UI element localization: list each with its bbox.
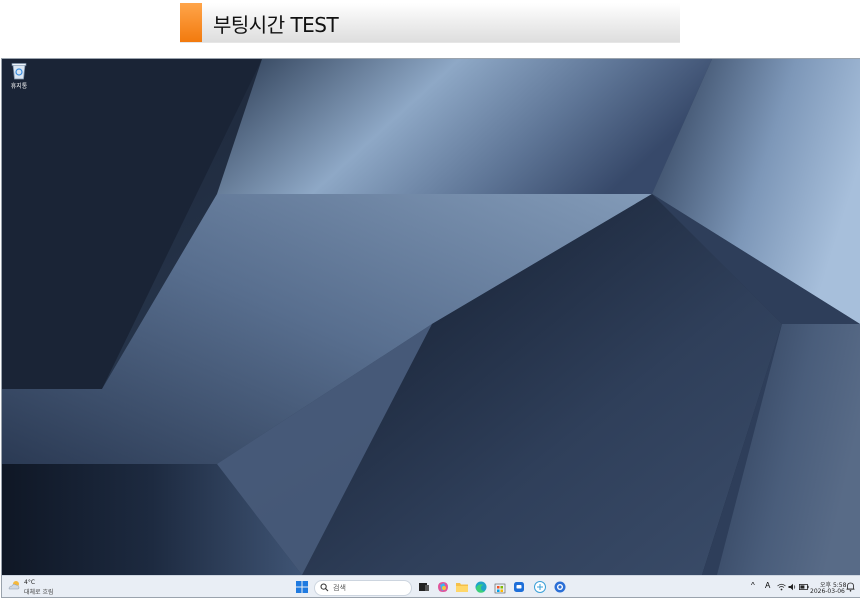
weather-description: 대체로 흐림	[24, 589, 54, 596]
battery-icon[interactable]	[799, 584, 809, 590]
desktop-icon-recycle-bin[interactable]: 휴지통	[7, 62, 31, 90]
cloud-sun-icon	[8, 581, 20, 590]
start-button[interactable]	[294, 579, 310, 595]
file-explorer-button[interactable]	[454, 579, 470, 595]
system-tray: ^ A 오후 5:58 2026-03-06	[746, 578, 860, 596]
volume-icon[interactable]	[788, 583, 797, 591]
edge-icon	[475, 581, 487, 593]
search-placeholder: 검색	[333, 584, 346, 592]
folder-icon	[456, 583, 468, 592]
banner-accent-bar	[180, 3, 202, 42]
store-button[interactable]	[492, 579, 508, 595]
desktop-wallpaper	[2, 59, 860, 575]
chat-app-icon	[514, 582, 524, 592]
taskbar: 4°C 대체로 흐림 검색 ^ A 오후 5:58 2026-03-06	[2, 575, 860, 597]
banner-title: 부팅시간 TEST	[213, 13, 339, 37]
store-icon	[494, 583, 506, 594]
edge-button[interactable]	[473, 579, 489, 595]
clock-date[interactable]: 2026-03-06	[810, 588, 845, 595]
recycle-bin-icon	[11, 63, 27, 80]
weather-temp: 4°C	[24, 579, 36, 586]
copilot-icon	[438, 582, 448, 592]
tray-overflow-chevron[interactable]: ^	[751, 581, 755, 590]
windows-logo-icon	[296, 581, 308, 593]
task-view-icon	[419, 583, 429, 591]
circle-app-icon	[554, 581, 566, 593]
share-app-button[interactable]	[532, 579, 548, 595]
wifi-icon[interactable]	[777, 583, 786, 591]
taskbar-search[interactable]: 검색	[314, 580, 412, 596]
desktop-icon-label: 휴지통	[10, 83, 28, 90]
circle-app-button[interactable]	[552, 579, 568, 595]
desktop-screenshot: 휴지통 4°C 대체로 흐림 검색 ^ A 오후 5:58 2026-03-06	[1, 58, 860, 598]
notification-icon[interactable]	[846, 582, 855, 592]
copilot-button[interactable]	[435, 579, 451, 595]
header-banner: 부팅시간 TEST	[180, 3, 680, 43]
search-icon	[320, 583, 329, 592]
task-view-button[interactable]	[416, 579, 432, 595]
share-app-icon	[534, 581, 546, 593]
chat-app-button[interactable]	[511, 579, 527, 595]
ime-indicator[interactable]: A	[765, 581, 770, 590]
